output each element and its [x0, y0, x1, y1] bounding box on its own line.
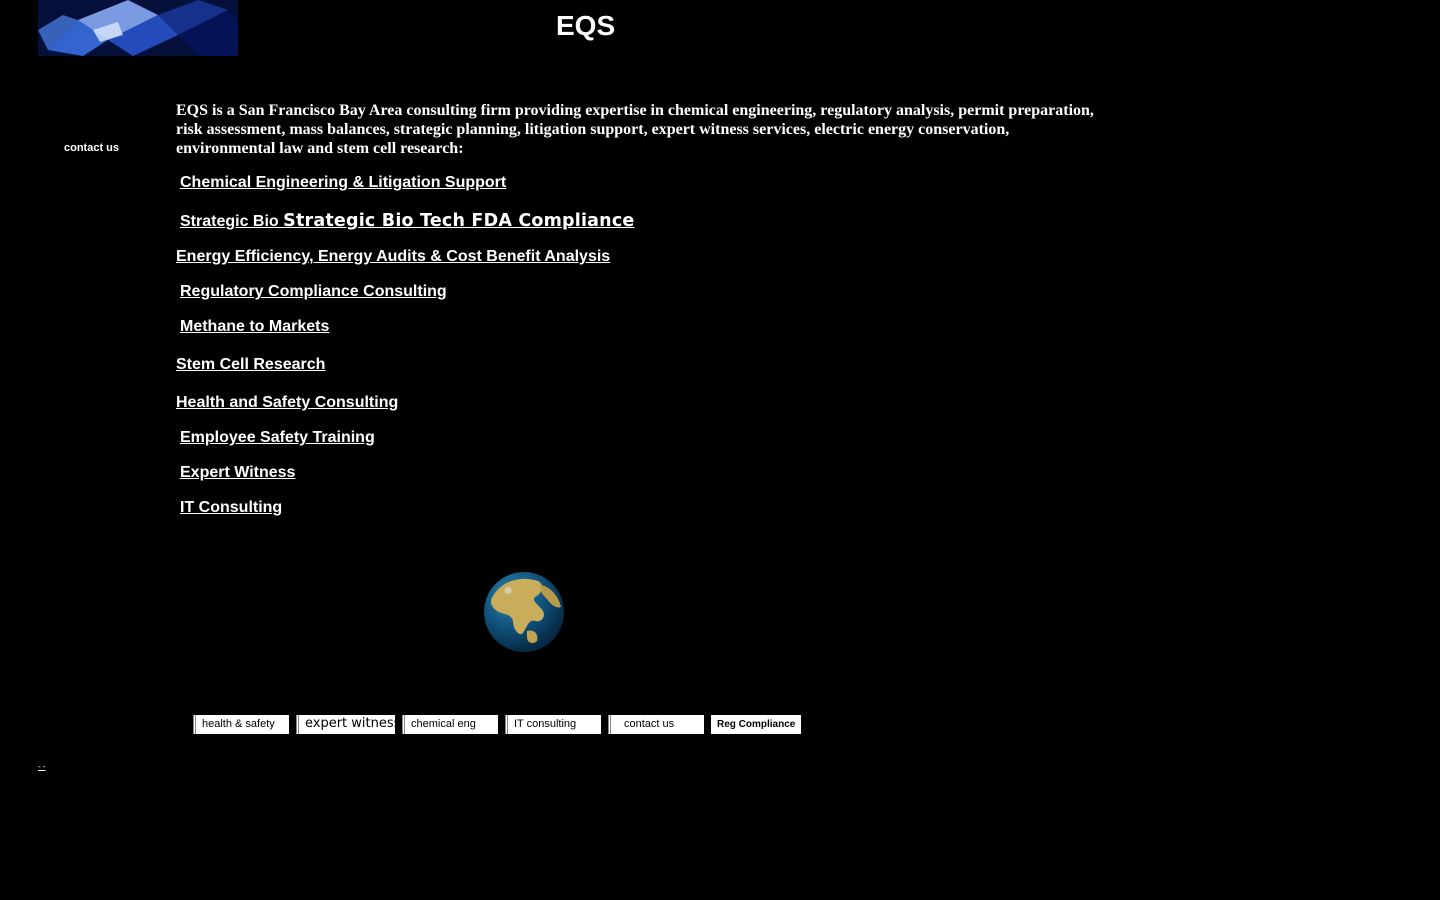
nav-button-chemical-eng[interactable]: chemical eng: [402, 715, 498, 734]
service-link-regulatory-compliance[interactable]: Regulatory Compliance Consulting: [180, 283, 447, 301]
nav-button-expert-witness[interactable]: expert witness: [296, 715, 400, 734]
service-link-expert-witness[interactable]: Expert Witness: [180, 464, 295, 482]
nav-button-health-safety[interactable]: health & safety: [193, 715, 289, 734]
service-link-employee-safety-training[interactable]: Employee Safety Training: [180, 429, 375, 447]
service-link-it-consulting[interactable]: IT Consulting: [180, 499, 282, 517]
service-link-health-safety[interactable]: Health and Safety Consulting: [176, 394, 398, 412]
service-link-energy-efficiency[interactable]: Energy Efficiency, Energy Audits & Cost …: [176, 248, 610, 266]
service-link-biotech-main: Strategic Bio Tech FDA Compliance: [283, 211, 635, 231]
header-banner-image: [38, 0, 238, 56]
site-title: EQS: [556, 10, 616, 41]
page: EQS contact us EQS is a San Francisco Ba…: [0, 0, 1440, 900]
service-link-biotech-fda[interactable]: Strategic Bio Strategic Bio Tech FDA Com…: [180, 211, 635, 231]
nav-button-reg-compliance[interactable]: Reg Compliance: [711, 715, 801, 734]
nav-button-contact-us[interactable]: contact us: [608, 715, 704, 734]
service-link-stem-cell-research[interactable]: Stem Cell Research: [176, 356, 325, 374]
service-link-biotech-prefix: Strategic Bio: [180, 213, 284, 230]
bottom-nav: health & safety expert witness chemical …: [193, 715, 808, 734]
intro-paragraph: EQS is a San Francisco Bay Area consulti…: [176, 102, 1094, 157]
service-link-methane-to-markets[interactable]: Methane to Markets: [180, 318, 329, 336]
crystal-graphic-icon: [38, 0, 238, 56]
service-link-chemical-engineering[interactable]: Chemical Engineering & Litigation Suppor…: [180, 174, 506, 192]
nav-button-it-consulting[interactable]: IT consulting: [505, 715, 601, 734]
globe-icon: [483, 571, 565, 653]
sidebar-contact-link[interactable]: contact us: [64, 142, 119, 154]
footer-mark: - -: [38, 762, 46, 771]
